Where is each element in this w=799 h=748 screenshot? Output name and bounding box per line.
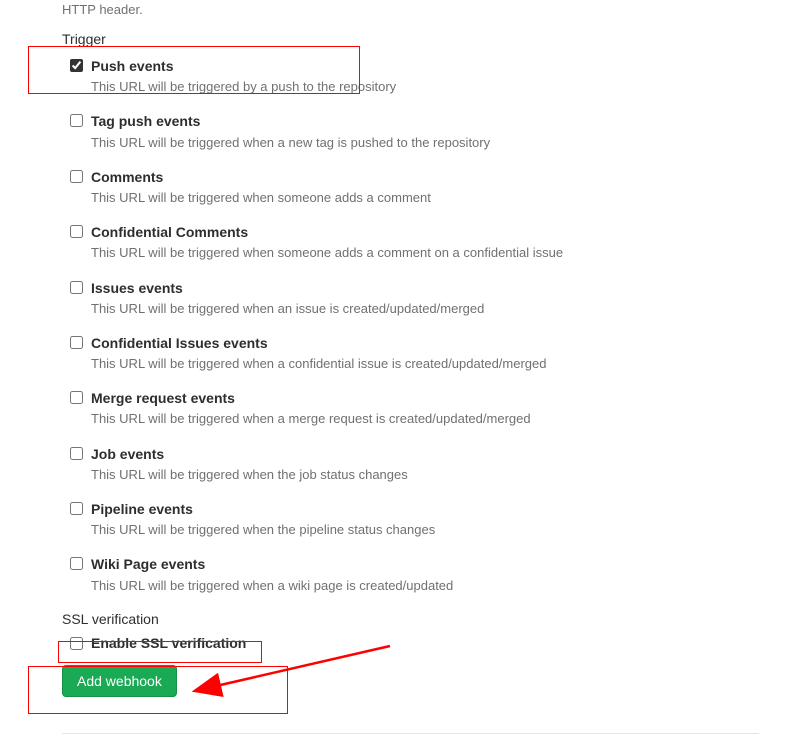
enable-ssl-checkbox[interactable]: [70, 637, 83, 650]
trigger-item: Confidential Issues events This URL will …: [62, 334, 799, 373]
trigger-row: Confidential Comments: [62, 223, 799, 241]
trigger-description: This URL will be triggered when the pipe…: [91, 521, 799, 539]
trigger-row: Merge request events: [62, 389, 799, 407]
enable-ssl-label: Enable SSL verification: [91, 635, 246, 651]
trigger-item: Comments This URL will be triggered when …: [62, 168, 799, 207]
trigger-checkbox[interactable]: [70, 170, 83, 183]
trigger-row: Wiki Page events: [62, 555, 799, 573]
trigger-checkbox[interactable]: [70, 502, 83, 515]
triggers-list: Push events This URL will be triggered by…: [62, 57, 799, 595]
trigger-item: Wiki Page events This URL will be trigger…: [62, 555, 799, 594]
trigger-checkbox[interactable]: [70, 281, 83, 294]
add-webhook-button[interactable]: Add webhook: [62, 665, 177, 697]
trigger-checkbox[interactable]: [70, 59, 83, 72]
trigger-item: Issues events This URL will be triggered …: [62, 279, 799, 318]
section-divider: [62, 733, 759, 734]
trigger-label: Wiki Page events: [91, 555, 205, 573]
trigger-label: Tag push events: [91, 112, 200, 130]
trigger-item: Push events This URL will be triggered by…: [62, 57, 799, 96]
trigger-item: Pipeline events This URL will be triggere…: [62, 500, 799, 539]
trigger-row: Job events: [62, 445, 799, 463]
trigger-description: This URL will be triggered when a new ta…: [91, 134, 799, 152]
trigger-description: This URL will be triggered when a confid…: [91, 355, 799, 373]
trigger-label: Pipeline events: [91, 500, 193, 518]
trigger-label: Push events: [91, 57, 173, 75]
trigger-checkbox[interactable]: [70, 336, 83, 349]
trigger-item: Merge request events This URL will be tri…: [62, 389, 799, 428]
trigger-description: This URL will be triggered when someone …: [91, 244, 799, 262]
trigger-checkbox[interactable]: [70, 225, 83, 238]
trigger-description: This URL will be triggered when someone …: [91, 189, 799, 207]
trigger-description: This URL will be triggered by a push to …: [91, 78, 799, 96]
trigger-row: Pipeline events: [62, 500, 799, 518]
trigger-label: Comments: [91, 168, 163, 186]
trigger-description: This URL will be triggered when the job …: [91, 466, 799, 484]
trigger-checkbox[interactable]: [70, 557, 83, 570]
trigger-label: Issues events: [91, 279, 183, 297]
trigger-checkbox[interactable]: [70, 114, 83, 127]
trigger-item: Tag push events This URL will be triggere…: [62, 112, 799, 151]
trigger-item: Confidential Comments This URL will be tr…: [62, 223, 799, 262]
trigger-label: Confidential Issues events: [91, 334, 268, 352]
trigger-row: Comments: [62, 168, 799, 186]
trigger-checkbox[interactable]: [70, 447, 83, 460]
trigger-description: This URL will be triggered when a merge …: [91, 410, 799, 428]
trigger-label: Merge request events: [91, 389, 235, 407]
trigger-description: This URL will be triggered when a wiki p…: [91, 577, 799, 595]
trigger-description: This URL will be triggered when an issue…: [91, 300, 799, 318]
trigger-label: Confidential Comments: [91, 223, 248, 241]
trigger-checkbox[interactable]: [70, 391, 83, 404]
trigger-label: Job events: [91, 445, 164, 463]
trigger-item: Job events This URL will be triggered whe…: [62, 445, 799, 484]
trigger-row: Tag push events: [62, 112, 799, 130]
ssl-verification-heading: SSL verification: [62, 611, 799, 627]
trigger-row: Issues events: [62, 279, 799, 297]
trigger-row: Confidential Issues events: [62, 334, 799, 352]
ssl-verification-row: Enable SSL verification: [62, 635, 799, 651]
partial-header-line: HTTP header.: [62, 2, 799, 17]
trigger-row: Push events: [62, 57, 799, 75]
trigger-heading: Trigger: [62, 31, 799, 47]
